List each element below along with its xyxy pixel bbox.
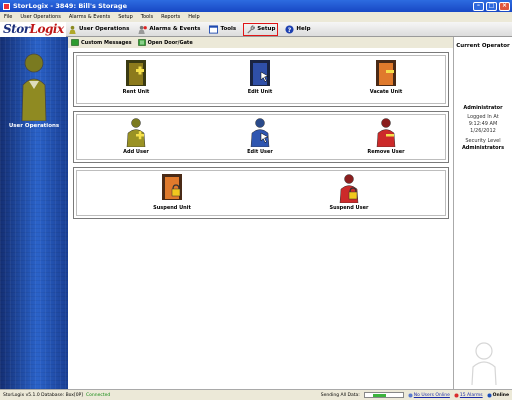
setup-wrench-icon bbox=[247, 24, 256, 34]
logged-in-time: 9:12:49 AM bbox=[468, 121, 498, 127]
minimize-button[interactable]: – bbox=[473, 1, 484, 11]
vacate-unit-door-icon bbox=[376, 60, 396, 86]
svg-text:?: ? bbox=[288, 26, 292, 33]
current-operator-header: Current Operator bbox=[456, 43, 510, 49]
menu-setup[interactable]: Setup bbox=[118, 14, 133, 20]
user-operations-person-icon[interactable] bbox=[20, 51, 48, 121]
setup-button[interactable]: Setup bbox=[243, 22, 279, 36]
custom-messages-button[interactable]: Custom Messages bbox=[71, 39, 132, 46]
alarms-text: 15 Alarms bbox=[459, 392, 483, 398]
edit-unit-tile[interactable]: Edit Unit bbox=[220, 59, 300, 95]
menu-alarms-events[interactable]: Alarms & Events bbox=[69, 14, 110, 20]
app-icon bbox=[3, 2, 10, 10]
connection-status: Connected bbox=[86, 392, 111, 398]
sidebar: User Operations bbox=[0, 37, 68, 389]
users-online-link[interactable]: No Users Online bbox=[408, 393, 450, 398]
add-user-person-icon bbox=[126, 118, 146, 147]
security-level-value: Administrators bbox=[461, 145, 505, 151]
close-button[interactable]: × bbox=[499, 1, 510, 11]
title-bar: StorLogix - 3849: Bill's Storage – □ × bbox=[0, 0, 512, 12]
window-title: StorLogix - 3849: Bill's Storage bbox=[13, 2, 127, 10]
remove-user-label: Remove User bbox=[367, 149, 405, 155]
progress-fill bbox=[372, 394, 387, 397]
alarms-link[interactable]: 15 Alarms bbox=[454, 393, 483, 398]
users-online-icon bbox=[408, 393, 413, 397]
main-toolbar: Stor Logix User Operations Alarms & Event… bbox=[0, 21, 512, 37]
logo-text-b: Logix bbox=[29, 22, 65, 36]
menu-bar: File User Operations Alarms & Events Set… bbox=[0, 12, 512, 22]
main-content: Rent Unit Edit Unit Vacate Unit Add User bbox=[68, 48, 453, 389]
edit-user-tile[interactable]: Edit User bbox=[220, 117, 300, 155]
menu-reports[interactable]: Reports bbox=[161, 14, 180, 20]
sending-progress-bar bbox=[363, 392, 404, 398]
add-user-label: Add User bbox=[123, 149, 149, 155]
add-user-tile[interactable]: Add User bbox=[96, 117, 176, 155]
menu-user-operations[interactable]: User Operations bbox=[20, 14, 60, 20]
storlogix-logo: Stor Logix bbox=[0, 21, 66, 37]
edit-unit-label: Edit Unit bbox=[247, 89, 273, 95]
user-operations-button[interactable]: User Operations bbox=[66, 23, 131, 36]
suspend-unit-door-icon bbox=[162, 174, 182, 200]
user-operations-label: User Operations bbox=[79, 26, 130, 32]
operator-panel: Current Operator Administrator Logged In… bbox=[453, 37, 512, 389]
user-management-panel: Add User Edit User Remove User bbox=[73, 111, 449, 163]
vacate-unit-label: Vacate Unit bbox=[369, 89, 403, 95]
vacate-unit-tile[interactable]: Vacate Unit bbox=[346, 59, 426, 95]
suspend-user-tile[interactable]: Suspend User bbox=[309, 173, 389, 211]
online-indicator: Online bbox=[487, 393, 509, 398]
remove-user-person-icon bbox=[376, 118, 396, 147]
operator-silhouette-icon bbox=[471, 342, 497, 385]
online-globe-icon bbox=[487, 393, 492, 397]
open-door-gate-label: Open Door/Gate bbox=[147, 39, 193, 46]
version-text: StorLogix v5.1.0 Database: Box[0P] bbox=[3, 392, 84, 398]
security-level-label: Security Level bbox=[465, 138, 501, 144]
tools-window-icon bbox=[209, 24, 219, 34]
suspend-panel: Suspend Unit Suspend User bbox=[73, 167, 449, 219]
sub-toolbar: Custom Messages Open Door/Gate bbox=[68, 37, 453, 48]
edit-user-label: Edit User bbox=[247, 149, 273, 155]
edit-user-person-icon bbox=[250, 118, 270, 147]
sending-data-label: Sending All Data: bbox=[320, 392, 360, 398]
tools-button[interactable]: Tools bbox=[207, 23, 238, 36]
online-text: Online bbox=[492, 392, 509, 398]
suspend-user-label: Suspend User bbox=[329, 205, 369, 211]
menu-tools[interactable]: Tools bbox=[141, 14, 153, 20]
status-bar: StorLogix v5.1.0 Database: Box[0P] Conne… bbox=[0, 389, 512, 400]
unit-operations-panel: Rent Unit Edit Unit Vacate Unit bbox=[73, 52, 449, 107]
users-online-text: No Users Online bbox=[413, 392, 450, 398]
door-gate-icon bbox=[137, 39, 146, 46]
custom-messages-label: Custom Messages bbox=[81, 39, 132, 46]
menu-file[interactable]: File bbox=[4, 14, 12, 20]
menu-help[interactable]: Help bbox=[188, 14, 199, 20]
rent-unit-tile[interactable]: Rent Unit bbox=[96, 59, 176, 95]
person-icon bbox=[69, 25, 76, 34]
help-label: Help bbox=[296, 26, 311, 32]
sidebar-label: User Operations bbox=[8, 123, 60, 129]
open-door-gate-button[interactable]: Open Door/Gate bbox=[137, 39, 193, 46]
alarms-events-label: Alarms & Events bbox=[149, 26, 201, 32]
alarm-person-icon bbox=[138, 25, 148, 34]
maximize-button[interactable]: □ bbox=[486, 1, 497, 11]
rent-unit-door-icon bbox=[126, 60, 146, 86]
suspend-unit-tile[interactable]: Suspend Unit bbox=[132, 173, 212, 211]
setup-label: Setup bbox=[257, 26, 276, 32]
edit-unit-door-icon bbox=[250, 60, 270, 86]
help-icon: ? bbox=[285, 24, 294, 33]
alarms-events-button[interactable]: Alarms & Events bbox=[136, 23, 202, 36]
remove-user-tile[interactable]: Remove User bbox=[346, 117, 426, 155]
help-button[interactable]: ? Help bbox=[283, 23, 312, 36]
tools-label: Tools bbox=[220, 26, 237, 32]
operator-name: Administrator bbox=[463, 105, 503, 111]
message-icon bbox=[71, 39, 79, 46]
logged-in-label: Logged In At bbox=[467, 114, 499, 120]
suspend-unit-label: Suspend Unit bbox=[153, 205, 191, 211]
suspend-user-person-icon bbox=[339, 174, 359, 203]
rent-unit-label: Rent Unit bbox=[122, 89, 150, 95]
logged-in-date: 1/26/2012 bbox=[470, 128, 496, 134]
alarm-person-status-icon bbox=[454, 393, 459, 397]
logo-text-a: Stor bbox=[3, 22, 30, 36]
